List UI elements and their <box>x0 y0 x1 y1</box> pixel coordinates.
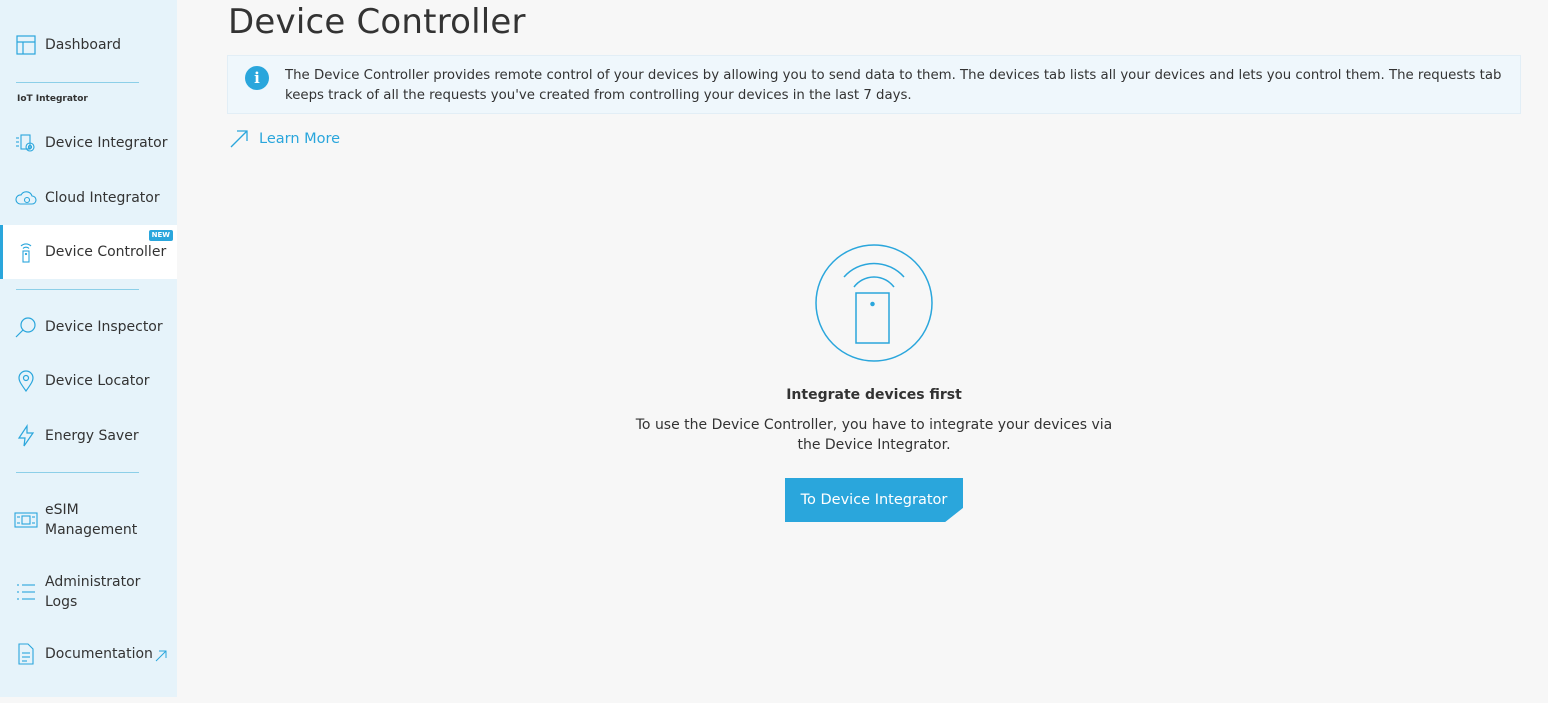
page-title: Device Controller <box>228 2 526 42</box>
section-label: IoT Integrator <box>17 94 88 104</box>
esim-icon <box>14 508 38 532</box>
new-badge: NEW <box>148 230 173 241</box>
sidebar-item-device-inspector[interactable]: Device Inspector <box>0 307 177 347</box>
sidebar-item-documentation[interactable]: Documentation <box>0 634 177 674</box>
external-link-icon <box>155 647 167 666</box>
dashboard-icon <box>14 33 38 57</box>
sidebar-item-label: eSIM Management <box>45 502 138 538</box>
sidebar-item-device-locator[interactable]: Device Locator <box>0 361 177 401</box>
empty-state-text: To use the Device Controller, you have t… <box>635 417 1113 453</box>
info-text: The Device Controller provides remote co… <box>285 68 1502 103</box>
sidebar-item-device-controller[interactable]: Device Controller NEW <box>0 225 177 279</box>
arrow-up-right-icon <box>230 130 248 148</box>
learn-more-link[interactable]: Learn More <box>229 129 340 149</box>
learn-more-label: Learn More <box>259 131 341 147</box>
to-device-integrator-button[interactable]: To Device Integrator <box>785 478 963 522</box>
sidebar-item-label: Device Controller <box>45 244 167 260</box>
info-icon: i <box>245 66 269 90</box>
sidebar-divider <box>16 82 139 83</box>
sidebar-item-cloud-integrator[interactable]: Cloud Integrator <box>0 178 177 218</box>
sidebar-item-label: Cloud Integrator <box>45 190 160 206</box>
location-pin-icon <box>14 369 38 393</box>
magnifier-icon <box>14 315 38 339</box>
sidebar-item-label: Energy Saver <box>45 428 139 444</box>
remote-control-icon <box>14 240 38 264</box>
sidebar: Dashboard IoT Integrator Device Integrat… <box>0 0 177 697</box>
list-icon <box>14 580 38 604</box>
sidebar-item-esim-management[interactable]: eSIM Management <box>0 496 177 544</box>
document-icon <box>14 642 38 666</box>
sidebar-item-label: Documentation <box>45 646 153 662</box>
sidebar-item-label: Device Integrator <box>45 135 168 151</box>
cloud-integrator-icon <box>14 186 38 210</box>
device-integrator-icon <box>14 131 38 155</box>
sidebar-item-dashboard[interactable]: Dashboard <box>0 25 177 65</box>
sidebar-item-label: Dashboard <box>45 37 121 53</box>
lightning-icon <box>14 424 38 448</box>
sidebar-item-administrator-logs[interactable]: Administrator Logs <box>0 568 177 616</box>
sidebar-item-device-integrator[interactable]: Device Integrator <box>0 123 177 163</box>
empty-state-title: Integrate devices first <box>786 387 962 403</box>
sidebar-item-label: Device Locator <box>45 373 150 389</box>
remote-control-illustration-icon <box>815 244 933 362</box>
sidebar-item-energy-saver[interactable]: Energy Saver <box>0 416 177 456</box>
sidebar-item-label: Administrator Logs <box>45 574 141 610</box>
sidebar-divider <box>16 472 139 473</box>
info-banner: i The Device Controller provides remote … <box>227 55 1521 114</box>
sidebar-item-label: Device Inspector <box>45 319 163 335</box>
sidebar-divider <box>16 289 139 290</box>
